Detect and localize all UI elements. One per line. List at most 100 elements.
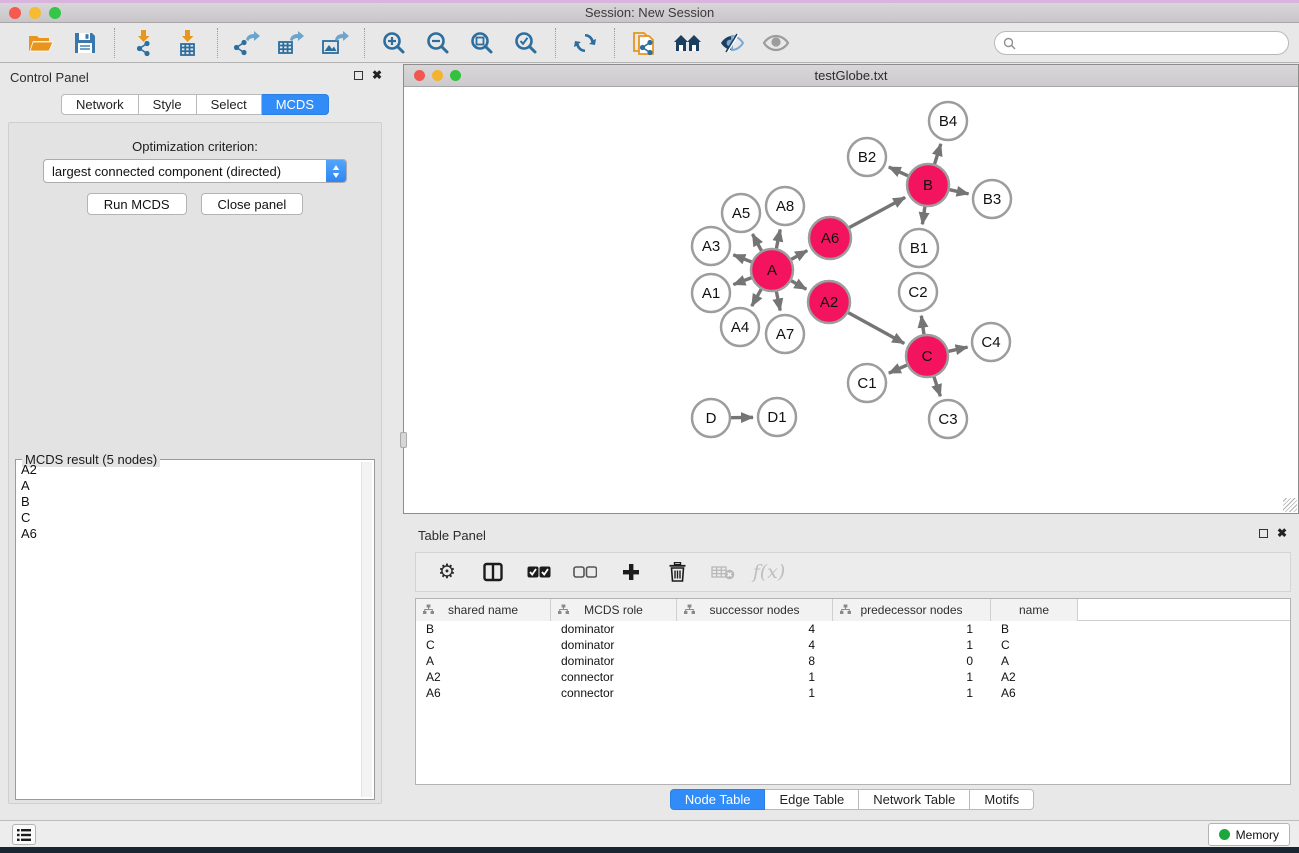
table-cell[interactable]: 4	[677, 637, 833, 653]
zoom-in-icon[interactable]	[379, 28, 409, 58]
table-cell[interactable]: 1	[833, 685, 991, 701]
table-cell[interactable]: 0	[833, 653, 991, 669]
zoom-out-icon[interactable]	[423, 28, 453, 58]
result-node-item[interactable]: B	[18, 494, 360, 510]
edge-C-C3[interactable]	[934, 377, 940, 396]
save-session-icon[interactable]	[70, 28, 100, 58]
column-header-predecessor-nodes[interactable]: predecessor nodes	[833, 599, 991, 621]
table-cell[interactable]: B	[416, 621, 551, 637]
edge-C-C4[interactable]	[948, 347, 967, 351]
table-cell[interactable]: A2	[991, 669, 1078, 685]
table-cell[interactable]: A	[991, 653, 1078, 669]
result-node-item[interactable]: A	[18, 478, 360, 494]
graph-node-A4[interactable]: A4	[721, 308, 759, 346]
table-cell[interactable]: dominator	[551, 621, 677, 637]
graph-node-A6[interactable]: A6	[809, 217, 851, 259]
export-network-icon[interactable]	[232, 28, 262, 58]
float-table-panel-icon[interactable]	[1259, 529, 1268, 538]
criterion-dropdown[interactable]: largest connected component (directed)	[43, 159, 347, 183]
table-cell[interactable]: connector	[551, 669, 677, 685]
edge-A-A7[interactable]	[776, 292, 780, 311]
edge-A6-B[interactable]	[849, 197, 905, 227]
edge-A-A4[interactable]	[752, 289, 761, 306]
graph-node-C[interactable]: C	[906, 335, 948, 377]
graph-node-C1[interactable]: C1	[848, 364, 886, 402]
table-cell[interactable]: 1	[833, 621, 991, 637]
export-image-icon[interactable]	[320, 28, 350, 58]
graph-node-B4[interactable]: B4	[929, 102, 967, 140]
graph-node-A5[interactable]: A5	[722, 194, 760, 232]
show-panels-button[interactable]	[12, 824, 36, 845]
edge-B-B3[interactable]	[949, 190, 968, 194]
graph-node-B[interactable]: B	[907, 164, 949, 206]
edge-A2-C[interactable]	[848, 313, 904, 344]
table-row[interactable]: A2connector11A2	[416, 669, 1290, 685]
search-box[interactable]	[994, 31, 1289, 55]
graph-node-A8[interactable]: A8	[766, 187, 804, 225]
close-table-panel-icon[interactable]: ✖	[1277, 527, 1287, 539]
graph-node-C4[interactable]: C4	[972, 323, 1010, 361]
table-cell[interactable]: A	[416, 653, 551, 669]
column-header-name[interactable]: name	[991, 599, 1078, 621]
table-cell[interactable]: A6	[416, 685, 551, 701]
edge-B-B1[interactable]	[922, 207, 924, 224]
table-cell[interactable]: dominator	[551, 637, 677, 653]
graph-node-D1[interactable]: D1	[758, 398, 796, 436]
table-row[interactable]: Bdominator41B	[416, 621, 1290, 637]
graph-node-C3[interactable]: C3	[929, 400, 967, 438]
close-panel-button[interactable]: Close panel	[201, 193, 304, 215]
graph-node-A1[interactable]: A1	[692, 274, 730, 312]
edge-A-A8[interactable]	[776, 230, 780, 249]
tab-style[interactable]: Style	[139, 94, 197, 115]
float-panel-icon[interactable]	[354, 71, 363, 80]
graph-node-A[interactable]: A	[751, 249, 793, 291]
edge-A-A1[interactable]	[733, 278, 751, 285]
network-canvas[interactable]: B4B2BB3A8A5A6A3B1AC2A1A2A4A7C4CC1DD1C3	[404, 88, 1298, 513]
table-tab-edge-table[interactable]: Edge Table	[765, 789, 859, 810]
table-cell[interactable]: 8	[677, 653, 833, 669]
edge-A-A6[interactable]	[791, 251, 807, 260]
graph-node-D[interactable]: D	[692, 399, 730, 437]
open-session-icon[interactable]	[26, 28, 56, 58]
zoom-fit-icon[interactable]	[467, 28, 497, 58]
table-cell[interactable]: C	[991, 637, 1078, 653]
close-panel-icon[interactable]: ✖	[372, 69, 382, 81]
search-input[interactable]	[1020, 33, 1288, 53]
memory-button[interactable]: Memory	[1208, 823, 1290, 846]
tab-network[interactable]: Network	[61, 94, 139, 115]
table-row[interactable]: Cdominator41C	[416, 637, 1290, 653]
refresh-icon[interactable]	[570, 28, 600, 58]
app-titlebar[interactable]: Session: New Session	[0, 3, 1299, 23]
column-header-shared-name[interactable]: shared name	[416, 599, 551, 621]
result-node-item[interactable]: A2	[18, 462, 360, 478]
table-cell[interactable]: A6	[991, 685, 1078, 701]
edge-A-A3[interactable]	[733, 255, 751, 262]
settings-gear-icon[interactable]: ⚙	[434, 559, 460, 585]
edge-A-A2[interactable]	[791, 281, 806, 290]
table-cell[interactable]: dominator	[551, 653, 677, 669]
network-window-titlebar[interactable]: testGlobe.txt	[404, 65, 1298, 87]
result-node-item[interactable]: C	[18, 510, 360, 526]
show-graphics-eye-icon[interactable]	[761, 28, 791, 58]
edge-B-B2[interactable]	[889, 167, 908, 176]
panel-divider-grip[interactable]	[400, 432, 407, 448]
table-tab-network-table[interactable]: Network Table	[859, 789, 970, 810]
hide-graphics-details-icon[interactable]	[717, 28, 747, 58]
edge-B-B4[interactable]	[935, 144, 941, 164]
graph-node-B2[interactable]: B2	[848, 138, 886, 176]
graph-node-A2[interactable]: A2	[808, 281, 850, 323]
table-tab-motifs[interactable]: Motifs	[970, 789, 1034, 810]
table-cell[interactable]: A2	[416, 669, 551, 685]
window-resize-grip[interactable]	[1283, 498, 1297, 512]
table-cell[interactable]: B	[991, 621, 1078, 637]
result-node-item[interactable]: A6	[18, 526, 360, 542]
run-mcds-button[interactable]: Run MCDS	[87, 193, 187, 215]
add-column-icon[interactable]	[618, 559, 644, 585]
edge-C-C2[interactable]	[921, 316, 924, 334]
table-row[interactable]: A6connector11A6	[416, 685, 1290, 701]
split-view-icon[interactable]	[480, 559, 506, 585]
zoom-selected-icon[interactable]	[511, 28, 541, 58]
table-cell[interactable]: 1	[833, 669, 991, 685]
export-table-icon[interactable]	[276, 28, 306, 58]
table-row[interactable]: Adominator80A	[416, 653, 1290, 669]
